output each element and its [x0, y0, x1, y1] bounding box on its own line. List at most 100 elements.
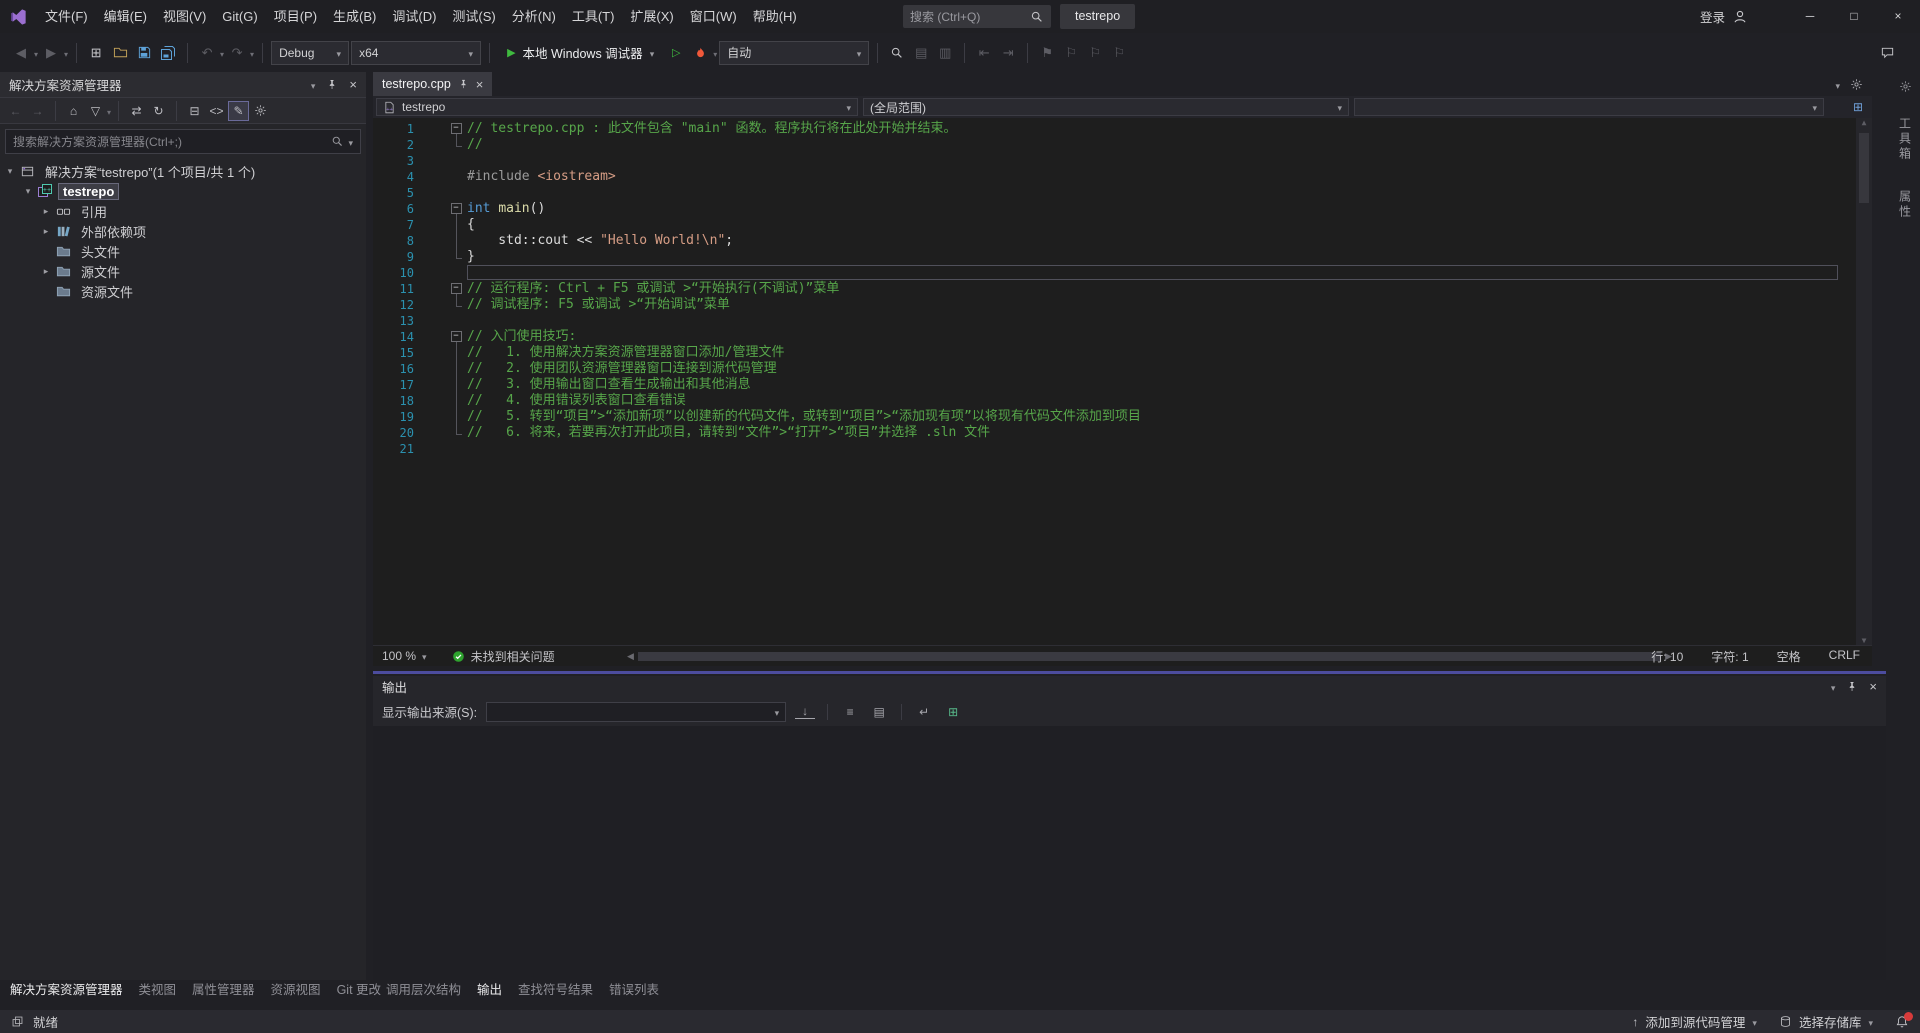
properties-icon[interactable] — [250, 101, 271, 121]
code-line[interactable]: 14−// 入门使用技巧: — [373, 329, 1856, 345]
menubar-item[interactable]: 帮助(H) — [745, 0, 805, 33]
tree-item[interactable]: ▾解决方案“testrepo”(1 个项目/共 1 个) — [0, 161, 366, 181]
collapse-all-icon[interactable]: ⊟ — [184, 101, 205, 121]
code-line[interactable]: 2// — [373, 137, 1856, 153]
navigate-back-icon[interactable]: ◀ — [10, 41, 32, 65]
navigate-forward-icon[interactable]: ▶ — [40, 41, 62, 65]
user-account-icon[interactable] — [1732, 9, 1748, 25]
clear-bookmarks-icon[interactable]: ⚐ — [1108, 41, 1130, 65]
tab-options-gear-icon[interactable] — [1850, 78, 1863, 91]
scroll-up-icon[interactable]: ▲ — [1862, 118, 1867, 127]
document-health-indicator[interactable]: 未找到相关问题 — [452, 648, 555, 665]
new-item-icon[interactable]: ⊞ — [85, 41, 107, 65]
background-tasks-icon[interactable] — [11, 1015, 24, 1028]
solution-configuration-dropdown[interactable]: Debug — [271, 41, 349, 65]
comment-selection-icon[interactable]: ▤ — [910, 41, 932, 65]
solution-platform-dropdown[interactable]: x64 — [351, 41, 481, 65]
close-icon[interactable] — [349, 77, 357, 92]
maximize-button[interactable]: □ — [1832, 0, 1876, 33]
previous-bookmark-icon[interactable]: ⚐ — [1060, 41, 1082, 65]
search-options-icon[interactable] — [348, 135, 353, 149]
search-icon[interactable] — [331, 135, 344, 148]
explorer-forward-icon[interactable]: → — [27, 101, 48, 121]
tree-expanded-icon[interactable]: ▾ — [20, 186, 36, 197]
code-line[interactable]: 8 std::cout << "Hello World!\n"; — [373, 233, 1856, 249]
code-line[interactable]: 6−int main() — [373, 201, 1856, 217]
code-line[interactable]: 10 — [373, 265, 1856, 281]
open-file-icon[interactable] — [109, 41, 131, 65]
solution-explorer-search-box[interactable]: 搜索解决方案资源管理器(Ctrl+;) — [5, 129, 361, 154]
collapsed-tool-window-tab[interactable]: 工具箱 — [1897, 111, 1914, 168]
member-dropdown[interactable] — [1354, 98, 1824, 116]
panel-tab[interactable]: 调用层次结构 — [378, 980, 469, 1001]
close-tab-icon[interactable] — [476, 77, 484, 92]
menubar-item[interactable]: Git(G) — [214, 0, 265, 33]
filter-dropdown-icon[interactable] — [107, 103, 111, 118]
editor-vertical-scrollbar[interactable]: ▲ ▼ — [1856, 118, 1872, 645]
dock-panel-icon[interactable]: ⊞ — [943, 702, 963, 722]
hot-reload-mode-dropdown[interactable]: 自动 — [719, 41, 869, 65]
menubar-item[interactable]: 工具(T) — [564, 0, 623, 33]
project-dropdown[interactable]: ++ testrepo — [376, 98, 858, 116]
menubar-item[interactable]: 编辑(E) — [96, 0, 155, 33]
select-repository-button[interactable]: 选择存储库 — [1779, 1012, 1873, 1031]
code-line[interactable]: 4#include <iostream> — [373, 169, 1856, 185]
code-line[interactable]: 3 — [373, 153, 1856, 169]
menubar-item[interactable]: 测试(S) — [444, 0, 503, 33]
code-line[interactable]: 18// 4. 使用错误列表窗口查看错误 — [373, 393, 1856, 409]
menubar-item[interactable]: 扩展(X) — [622, 0, 681, 33]
sync-with-active-document-icon[interactable]: ⇄ — [126, 101, 147, 121]
fold-collapse-button[interactable]: − — [445, 281, 467, 297]
tree-item[interactable]: ▸源文件 — [0, 261, 366, 281]
redo-icon[interactable]: ↷ — [226, 41, 248, 65]
code-line[interactable]: 5 — [373, 185, 1856, 201]
code-line[interactable]: 13 — [373, 313, 1856, 329]
collapsed-tool-window-tab[interactable]: 属性 — [1897, 184, 1914, 226]
undo-dropdown-icon[interactable] — [220, 45, 224, 60]
tree-collapsed-icon[interactable]: ▸ — [38, 226, 54, 237]
document-tab-testrepo-cpp[interactable]: testrepo.cpp — [373, 72, 492, 96]
code-line[interactable]: 17// 3. 使用输出窗口查看生成输出和其他消息 — [373, 377, 1856, 393]
menubar-item[interactable]: 分析(N) — [504, 0, 564, 33]
tree-collapsed-icon[interactable]: ▸ — [38, 266, 54, 277]
tool-window-tab[interactable]: 类视图 — [131, 980, 185, 1001]
goto-message-icon[interactable]: ↓ — [795, 704, 815, 719]
view-code-icon[interactable]: <> — [206, 101, 227, 121]
tree-item[interactable]: 头文件 — [0, 241, 366, 261]
output-panel-header[interactable]: 输出 — [373, 676, 1886, 697]
menubar-item[interactable]: 调试(D) — [384, 0, 444, 33]
menubar-item[interactable]: 视图(V) — [155, 0, 214, 33]
increase-indent-icon[interactable]: ⇥ — [997, 41, 1019, 65]
code-line[interactable]: 19// 5. 转到“项目”>“添加新项”以创建新的代码文件，或转到“项目”>“… — [373, 409, 1856, 425]
tool-window-tab[interactable]: 属性管理器 — [184, 980, 263, 1001]
split-window-icon[interactable]: ⊞ — [1853, 100, 1863, 114]
code-line[interactable]: 21 — [373, 441, 1856, 457]
messages-list-icon[interactable]: ≡ — [840, 702, 860, 722]
scope-dropdown[interactable]: (全局范围) — [863, 98, 1349, 116]
tree-item[interactable]: 资源文件 — [0, 281, 366, 301]
tree-expanded-icon[interactable]: ▾ — [2, 166, 18, 177]
code-line[interactable]: 1−// testrepo.cpp : 此文件包含 "main" 函数。程序执行… — [373, 121, 1856, 137]
code-line[interactable]: 12// 调试程序: F5 或调试 >“开始调试”菜单 — [373, 297, 1856, 313]
menubar-item[interactable]: 项目(P) — [266, 0, 325, 33]
redo-dropdown-icon[interactable] — [250, 45, 254, 60]
start-without-debugging-icon[interactable]: ▷ — [665, 41, 687, 65]
fold-collapse-button[interactable]: − — [445, 201, 467, 217]
scrollbar-thumb[interactable] — [638, 652, 1661, 661]
add-to-source-control-button[interactable]: ↑ 添加到源代码管理 — [1632, 1012, 1757, 1031]
code-line[interactable]: 9} — [373, 249, 1856, 265]
close-icon[interactable] — [1869, 679, 1877, 694]
solution-explorer-header[interactable]: 解决方案资源管理器 — [0, 72, 366, 97]
menubar-item[interactable]: 窗口(W) — [682, 0, 745, 33]
window-position-icon[interactable] — [311, 78, 316, 92]
tool-window-tab[interactable]: 解决方案资源管理器 — [2, 980, 131, 1001]
save-icon[interactable] — [133, 41, 155, 65]
fold-collapse-button[interactable]: − — [445, 121, 467, 137]
undo-icon[interactable]: ↶ — [196, 41, 218, 65]
fold-collapse-button[interactable]: − — [445, 329, 467, 345]
code-line[interactable]: 20// 6. 将来，若要再次打开此项目，请转到“文件”>“打开”>“项目”并选… — [373, 425, 1856, 441]
menubar-item[interactable]: 文件(F) — [37, 0, 96, 33]
panel-tab[interactable]: 错误列表 — [601, 980, 667, 1001]
hot-reload-icon[interactable] — [689, 41, 711, 65]
tool-window-tab[interactable]: 资源视图 — [263, 980, 329, 1001]
